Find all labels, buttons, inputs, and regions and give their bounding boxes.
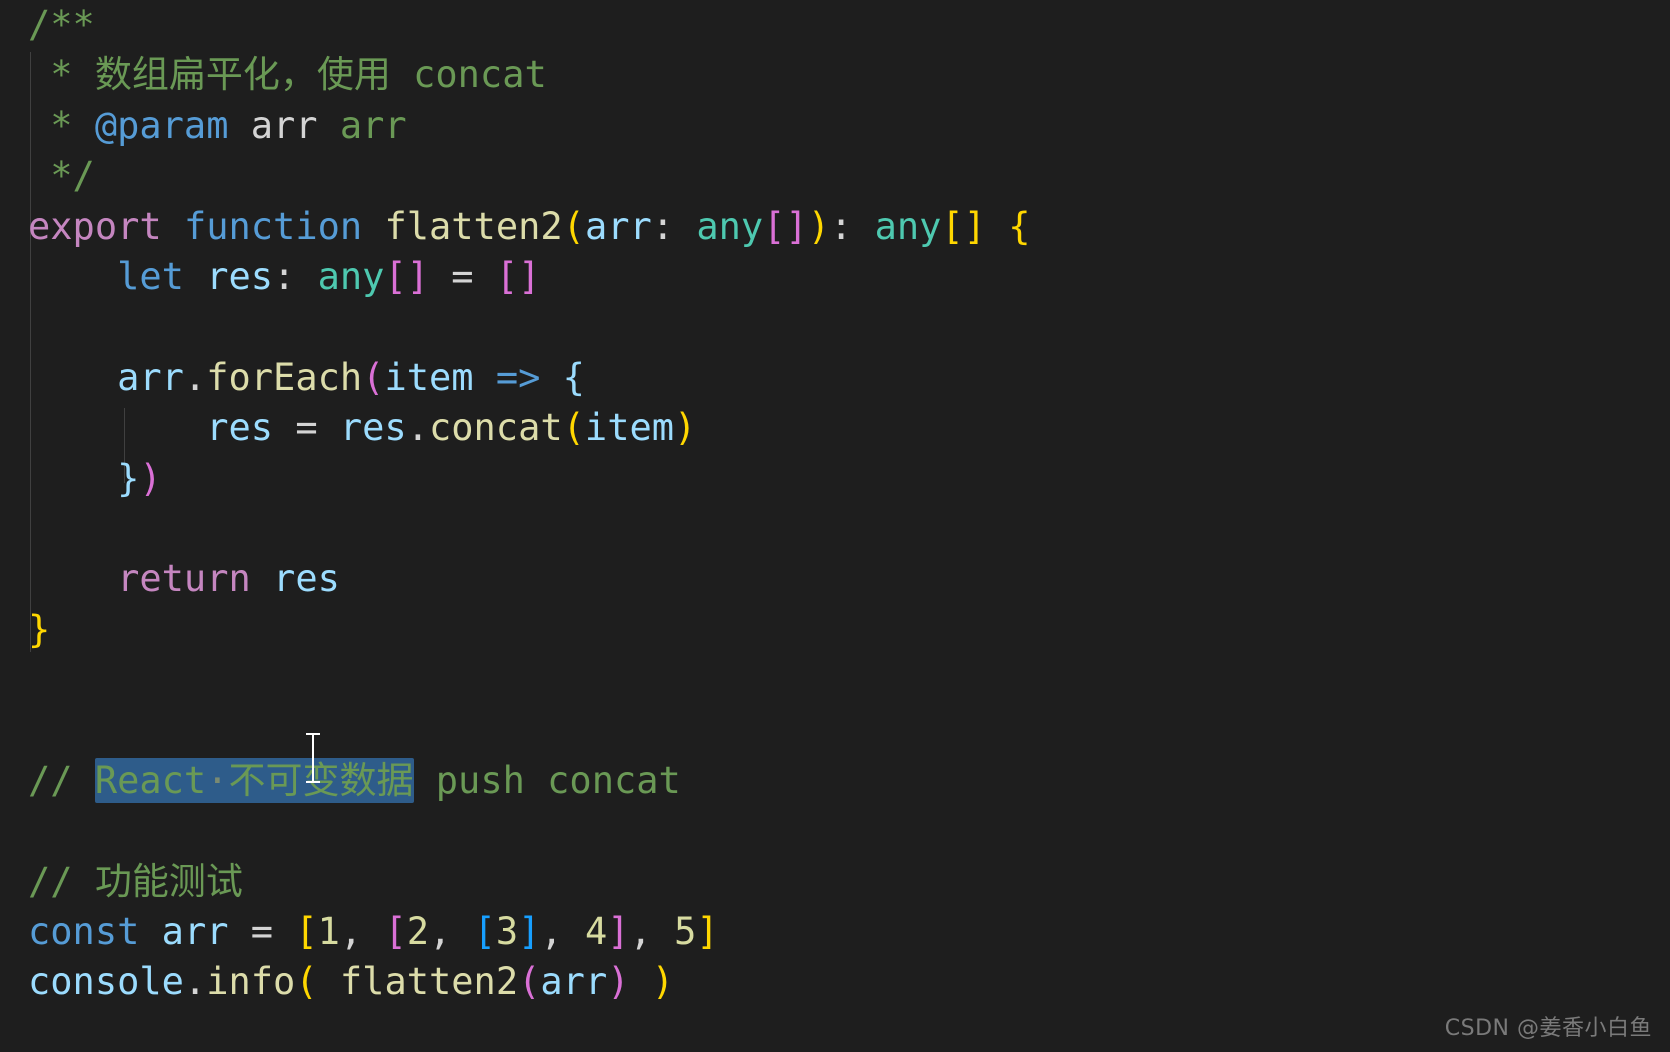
code-line-6[interactable]: let res: any[] = [] <box>0 252 1670 302</box>
selected-text-cn: 不可变数据 <box>228 758 414 802</box>
code-content[interactable]: /** * 数组扁平化，使用 concat * @param arr arr *… <box>0 0 1670 1008</box>
text-selection[interactable]: React·不可变数据 <box>94 757 414 803</box>
code-line-17-blank[interactable] <box>0 806 1670 856</box>
keyword-export: export <box>28 204 162 248</box>
code-line-2[interactable]: * 数组扁平化，使用 concat <box>0 50 1670 100</box>
code-line-20[interactable]: console.info( flatten2(arr) ) <box>0 957 1670 1007</box>
jsdoc-param-desc: arr <box>317 103 407 147</box>
number-3: 3 <box>495 910 519 954</box>
jsdoc-param-tag: @param <box>94 103 229 147</box>
comment-slashes: // <box>28 758 95 802</box>
code-line-11-blank[interactable] <box>0 504 1670 554</box>
code-editor[interactable]: /** * 数组扁平化，使用 concat * @param arr arr *… <box>0 0 1670 1052</box>
number-2: 2 <box>406 910 430 954</box>
object-console: console <box>28 960 184 1004</box>
jsdoc-open: /** <box>28 3 95 46</box>
variable-res: res <box>206 406 274 450</box>
bracket-l3-open: [ <box>473 910 496 954</box>
code-line-15-blank[interactable] <box>0 705 1670 755</box>
arg-item: item <box>584 406 675 450</box>
bracket-l1-close: ] <box>696 910 719 954</box>
comment-rest: push concat <box>413 758 681 802</box>
variable-res: res <box>339 406 407 450</box>
call-flatten2: flatten2 <box>339 960 519 1004</box>
method-concat: concat <box>428 406 563 450</box>
variable-arr: arr <box>139 910 229 954</box>
keyword-let: let <box>117 254 184 298</box>
selected-text-react: React <box>94 758 207 802</box>
method-info: info <box>206 960 296 1004</box>
code-line-5[interactable]: export function flatten2(arr: any[]): an… <box>0 202 1670 252</box>
method-foreach: forEach <box>206 355 363 399</box>
function-name: flatten2 <box>384 204 563 248</box>
bracket-l3-close: ] <box>518 910 541 954</box>
keyword-function: function <box>183 204 363 248</box>
param-arr: arr <box>584 204 652 248</box>
code-line-10[interactable]: }) <box>0 454 1670 504</box>
code-line-19[interactable]: const arr = [1, [2, [3], 4], 5] <box>0 907 1670 957</box>
keyword-return: return <box>117 557 251 601</box>
code-line-1[interactable]: /** <box>0 0 1670 50</box>
bracket-paren-open: ( <box>562 406 585 450</box>
bracket-array: [] <box>763 204 808 248</box>
return-type-any: any <box>874 204 942 248</box>
bracket-paren-open: ( <box>362 355 385 399</box>
bracket-brace-open: { <box>562 355 585 399</box>
bracket-outer-close: ) <box>651 960 675 1004</box>
variable-arr: arr <box>117 355 184 399</box>
jsdoc-close: */ <box>28 154 95 198</box>
bracket-brace-close: } <box>28 607 51 651</box>
code-line-18-comment[interactable]: // 功能测试 <box>0 857 1670 907</box>
arrow-operator: => <box>473 355 563 399</box>
bracket-paren-close: ) <box>674 406 697 450</box>
bracket-paren-close: ) <box>139 456 162 500</box>
bracket-array: [] <box>384 254 429 298</box>
code-line-4[interactable]: */ <box>0 151 1670 201</box>
bracket-paren-open: ( <box>562 204 585 248</box>
bracket-l2-close: ] <box>607 910 630 954</box>
bracket-brace-open: { <box>1008 204 1031 248</box>
type-any: any <box>696 204 764 248</box>
variable-res: res <box>250 557 340 601</box>
csdn-watermark: CSDN @姜香小白鱼 <box>1444 1016 1652 1041</box>
bracket-inner-close: ) <box>607 960 630 1004</box>
variable-res: res <box>206 254 274 298</box>
code-line-13[interactable]: } <box>0 605 1670 655</box>
bracket-l2-open: [ <box>384 910 407 954</box>
bracket-brace-close: } <box>117 456 140 500</box>
jsdoc-star: * <box>28 103 95 147</box>
number-1: 1 <box>317 910 340 954</box>
code-line-12[interactable]: return res <box>0 554 1670 604</box>
bracket-empty-array: [] <box>495 254 541 298</box>
whitespace-dot-icon: · <box>206 758 229 802</box>
bracket-return-array: [] <box>941 204 986 248</box>
code-line-3[interactable]: * @param arr arr <box>0 101 1670 151</box>
code-line-14-blank[interactable] <box>0 655 1670 705</box>
bracket-paren-close: ) <box>807 204 830 248</box>
jsdoc-description: 数组扁平化，使用 concat <box>94 53 547 97</box>
type-any: any <box>317 254 385 298</box>
bracket-l1-open: [ <box>295 910 318 954</box>
bracket-outer-open: ( <box>295 960 318 1004</box>
jsdoc-param-name: arr <box>228 103 318 147</box>
code-line-8[interactable]: arr.forEach(item => { <box>0 353 1670 403</box>
bracket-inner-open: ( <box>518 960 541 1004</box>
number-4: 4 <box>584 910 608 954</box>
jsdoc-star: * <box>28 53 95 97</box>
param-item: item <box>384 355 474 399</box>
code-line-9[interactable]: res = res.concat(item) <box>0 403 1670 453</box>
keyword-const: const <box>28 910 140 954</box>
comment-test: // 功能测试 <box>28 859 243 903</box>
code-line-16-selected-comment[interactable]: // React·不可变数据 push concat <box>0 756 1670 806</box>
number-5: 5 <box>674 910 697 954</box>
code-line-7-blank[interactable] <box>0 302 1670 352</box>
arg-arr: arr <box>540 960 608 1004</box>
